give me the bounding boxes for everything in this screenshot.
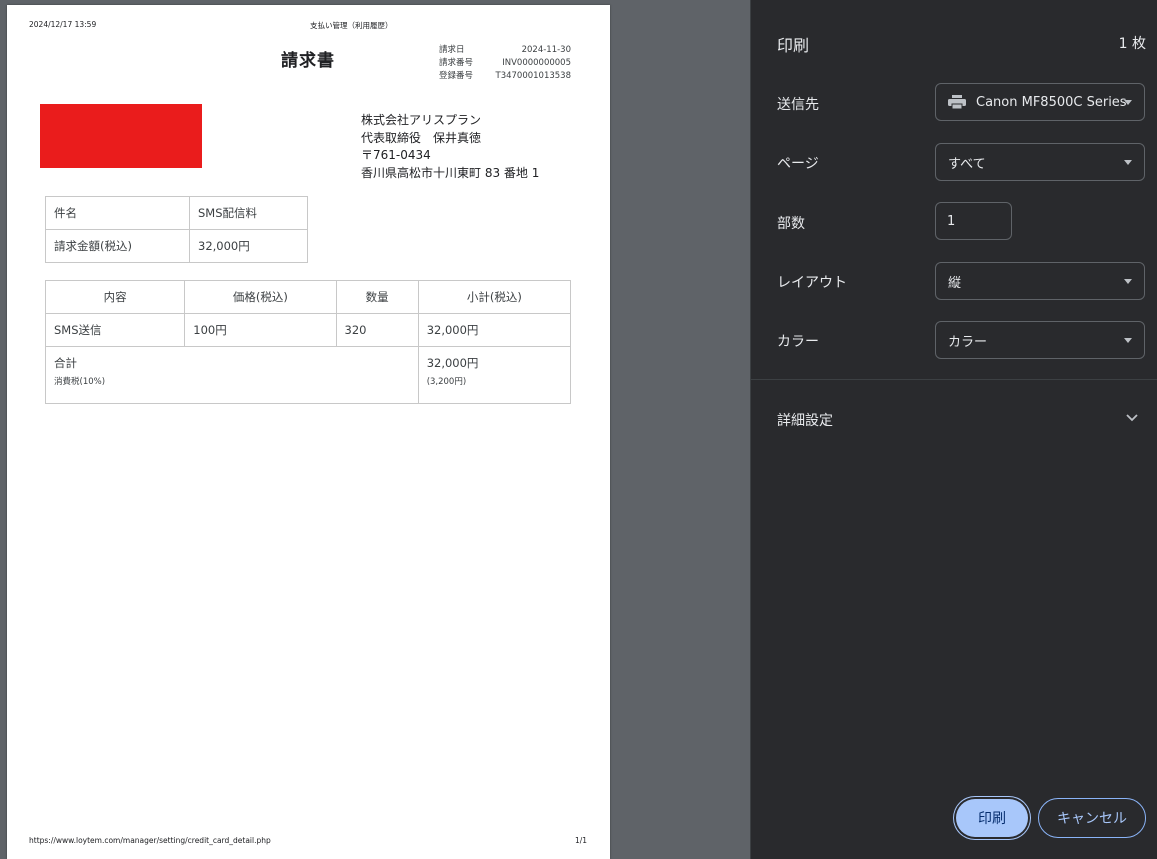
header-datetime: 2024/12/17 13:59 [29,20,97,29]
issuer-postal: 〒761-0434 [361,148,431,162]
copies-label: 部数 [777,216,805,232]
footer-page-number: 1/1 [575,836,588,845]
meta-value: INV0000000005 [502,58,571,68]
invoice-meta: 請求日 2024-11-30 請求番号 INV0000000005 登録番号 T… [439,44,571,83]
print-settings-panel: 印刷 1 枚 送信先 Canon MF8500C Series ページ すべて … [750,0,1157,859]
summary-value: 32,000円 [189,229,308,263]
item-name: SMS送信 [44,313,186,347]
item-qty: 320 [335,313,419,347]
meta-value: 2024-11-30 [521,45,571,55]
column-header: 小計(税込) [417,280,572,314]
column-header: 内容 [44,280,186,314]
issuer-address: 香川県高松市十川東町 83 番地 1 [361,165,540,180]
tax-value: (3,200円) [426,377,467,387]
destination-label: 送信先 [777,97,819,113]
layout-label: レイアウト [777,275,847,291]
layout-select[interactable]: 縦 [935,262,1145,300]
meta-label: 請求日 [439,45,465,55]
total-value-cell: 32,000円 (3,200円) [417,346,572,404]
table-row: 合計 消費税(10%) 32,000円 (3,200円) [45,346,572,404]
summary-label: 請求金額(税込) [45,229,190,263]
invoice-title: 請求書 [281,51,335,71]
dropdown-caret-icon [1124,160,1132,165]
item-price: 100円 [184,313,337,347]
pages-value: すべて [948,156,986,172]
print-button[interactable]: 印刷 [956,799,1028,837]
meta-label: 請求番号 [439,58,474,68]
column-header: 数量 [335,280,419,314]
print-preview-area: 2024/12/17 13:59 支払い管理（利用履歴） 請求書 請求日 202… [0,0,750,859]
header-title: 支払い管理（利用履歴） [310,21,393,30]
issuer-company: 株式会社アリスプラン [361,113,482,127]
dropdown-caret-icon [1124,279,1132,284]
meta-value: T3470001013538 [495,71,572,81]
issuer-representative: 代表取締役 保井真徳 [361,130,482,145]
summary-value: SMS配信料 [189,196,308,230]
chevron-down-icon[interactable] [1126,412,1138,422]
pages-select[interactable]: すべて [935,143,1145,181]
cancel-button[interactable]: キャンセル [1038,798,1146,838]
copies-input[interactable]: 1 [935,202,1012,240]
meta-row: 請求番号 INV0000000005 [439,57,571,70]
footer-url: https://www.loytem.com/manager/setting/c… [29,836,271,845]
table-row: 請求金額(税込) 32,000円 [45,229,308,263]
total-label: 合計 [54,356,77,370]
dropdown-caret-icon [1124,100,1132,105]
printer-icon [948,95,966,109]
dropdown-caret-icon [1124,338,1132,343]
table-header-row: 内容 価格(税込) 数量 小計(税込) [44,280,572,314]
destination-value: Canon MF8500C Series [976,94,1127,110]
preview-page: 2024/12/17 13:59 支払い管理（利用履歴） 請求書 請求日 202… [7,5,610,859]
meta-row: 登録番号 T3470001013538 [439,70,571,83]
total-value: 32,000円 [426,356,479,370]
color-select[interactable]: カラー [935,321,1145,359]
item-subtotal: 32,000円 [417,313,572,347]
summary-table: 件名 SMS配信料 請求金額(税込) 32,000円 [45,196,308,263]
redacted-block [40,104,202,168]
section-divider [751,379,1157,380]
meta-row: 請求日 2024-11-30 [439,44,571,57]
items-table: 内容 価格(税込) 数量 小計(税込) SMS送信 100円 320 32,00… [44,280,572,404]
meta-label: 登録番号 [439,71,474,81]
layout-value: 縦 [948,275,962,291]
sheet-count: 1 枚 [1118,36,1146,52]
table-row: SMS送信 100円 320 32,000円 [44,313,572,347]
pages-label: ページ [777,156,819,172]
tax-label: 消費税(10%) [54,377,106,387]
table-row: 件名 SMS配信料 [45,196,308,230]
issuer-info: 株式会社アリスプラン 代表取締役 保井真徳 〒761-0434 香川県高松市十川… [361,112,539,182]
column-header: 価格(税込) [184,280,337,314]
destination-select[interactable]: Canon MF8500C Series [935,83,1145,121]
summary-label: 件名 [45,196,190,230]
panel-title: 印刷 [777,36,810,55]
color-label: カラー [777,334,819,350]
color-value: カラー [948,334,988,350]
total-label-cell: 合計 消費税(10%) [45,346,419,404]
advanced-settings-toggle[interactable]: 詳細設定 [777,410,833,430]
